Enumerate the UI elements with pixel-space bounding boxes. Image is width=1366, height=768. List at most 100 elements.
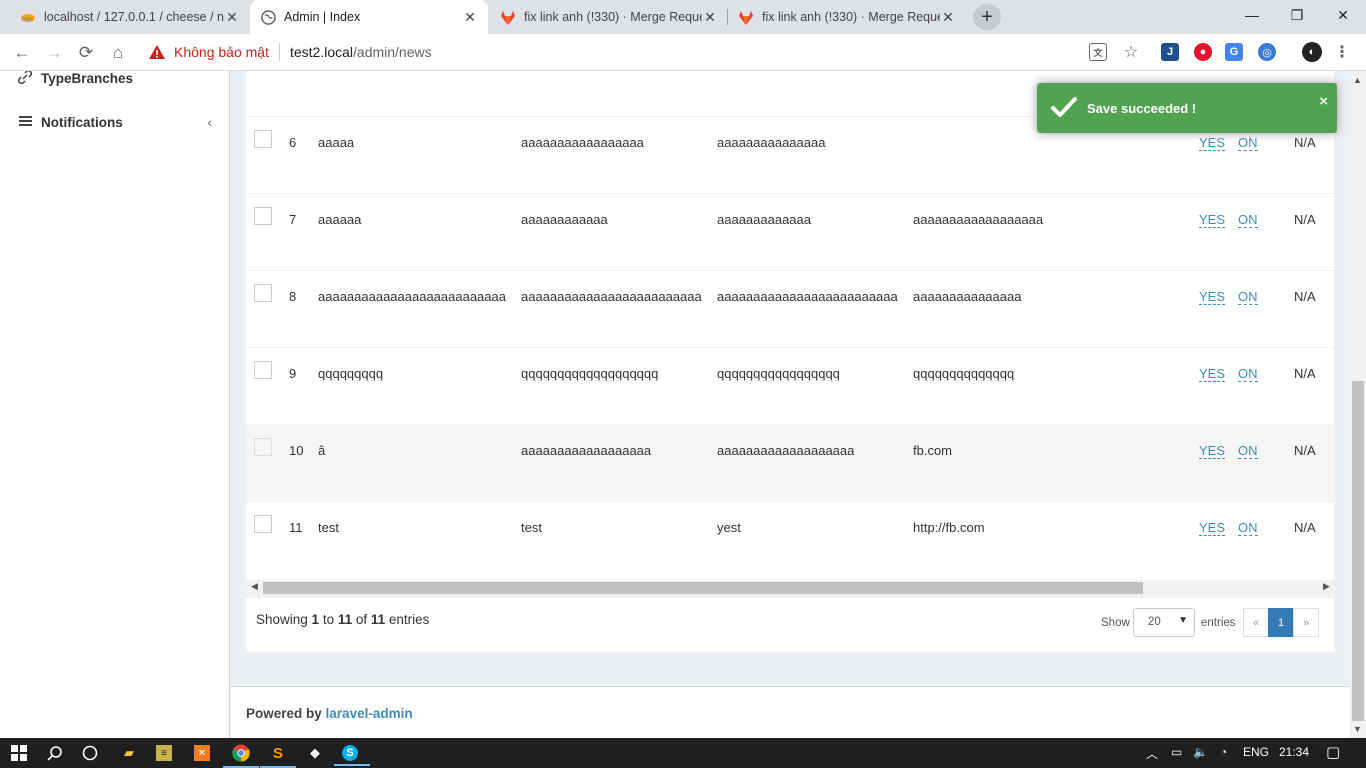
browser-tab-phpmyadmin[interactable]: PMA localhost / 127.0.0.1 / cheese / ne … bbox=[10, 0, 250, 34]
close-window-button[interactable]: ✕ bbox=[1320, 0, 1366, 30]
close-icon[interactable]: × bbox=[1319, 93, 1328, 110]
reload-button[interactable]: ⟳ bbox=[73, 40, 99, 66]
clock[interactable]: 21:34 bbox=[1279, 745, 1309, 759]
success-toast[interactable]: Save succeeded ! × bbox=[1037, 83, 1337, 133]
translate-icon[interactable]: 文 bbox=[1089, 43, 1107, 61]
volume-icon[interactable]: 🔈 bbox=[1193, 745, 1208, 759]
cell-col2: aaaaaaaaaaaa bbox=[521, 212, 608, 227]
cell-col3: aaaaaaaaaaaaaaa bbox=[717, 135, 826, 150]
browser-tab-admin[interactable]: Admin | Index ✕ bbox=[250, 0, 488, 34]
url-text[interactable]: test2.local/admin/news bbox=[290, 44, 432, 60]
tray-expand-icon[interactable]: ︿ bbox=[1146, 745, 1158, 762]
profile-avatar[interactable]: ◐ bbox=[1302, 42, 1322, 62]
sidebar-item-notifications[interactable]: Notifications ‹ bbox=[0, 107, 230, 137]
chrome-menu-icon[interactable]: ⋮ bbox=[1333, 43, 1351, 61]
editable-yes[interactable]: YES bbox=[1199, 212, 1226, 228]
scroll-down-arrow[interactable]: ▼ bbox=[1353, 724, 1362, 734]
row-checkbox[interactable] bbox=[254, 284, 272, 302]
page-1-button[interactable]: 1 bbox=[1268, 608, 1294, 637]
cell-na: N/A bbox=[1294, 520, 1316, 535]
editable-on[interactable]: ON bbox=[1238, 135, 1258, 151]
scrollbar-thumb[interactable] bbox=[263, 582, 1143, 594]
editable-yes[interactable]: YES bbox=[1199, 289, 1226, 305]
extension-j-icon[interactable]: J bbox=[1161, 43, 1179, 61]
chrome-icon[interactable] bbox=[223, 743, 259, 768]
sublime-text-icon[interactable]: S bbox=[260, 743, 296, 768]
sidebar-item-typebranches[interactable]: TypeBranches bbox=[0, 71, 230, 93]
row-checkbox[interactable] bbox=[254, 207, 272, 225]
caret-down-icon: ▼ bbox=[1178, 615, 1188, 626]
row-checkbox[interactable] bbox=[254, 361, 272, 379]
vertical-scrollbar[interactable]: ▲ ▼ bbox=[1350, 71, 1366, 738]
close-icon[interactable]: ✕ bbox=[940, 9, 956, 26]
windows-taskbar: ▰ ≡ ✕ S ◆ S ︿ ▭ 🔈 ◔ ENG 21:34 ▢ bbox=[0, 738, 1366, 768]
adblock-icon[interactable]: ● bbox=[1194, 43, 1212, 61]
home-button[interactable]: ⌂ bbox=[105, 40, 131, 66]
minimize-button[interactable]: — bbox=[1229, 0, 1275, 30]
editable-on[interactable]: ON bbox=[1238, 289, 1258, 305]
search-icon[interactable] bbox=[45, 743, 65, 763]
editable-yes[interactable]: YES bbox=[1199, 135, 1226, 151]
showing-entries-text: Showing 1 to 11 of 11 entries bbox=[256, 612, 429, 627]
showing-prefix: Showing bbox=[256, 612, 312, 627]
table-footer: Showing 1 to 11 of 11 entries Show 20 ▼ … bbox=[246, 597, 1334, 652]
cell-col3: aaaaaaaaaaaaaaaaaaaaaaaaa bbox=[717, 289, 898, 304]
windows-start-icon[interactable] bbox=[9, 743, 29, 763]
language-indicator[interactable]: ENG bbox=[1243, 745, 1269, 759]
editable-on[interactable]: ON bbox=[1238, 520, 1258, 536]
bookmark-star-icon[interactable]: ☆ bbox=[1122, 43, 1140, 61]
cell-col4: qqqqqqqqqqqqqq bbox=[913, 366, 1015, 381]
editable-yes[interactable]: YES bbox=[1199, 443, 1226, 459]
editable-yes[interactable]: YES bbox=[1199, 520, 1226, 536]
security-label[interactable]: Không bảo mật bbox=[174, 44, 269, 60]
close-icon[interactable]: ✕ bbox=[702, 9, 718, 26]
close-icon[interactable]: ✕ bbox=[224, 9, 240, 26]
cell-col1: aaaaaa bbox=[318, 212, 362, 227]
omnibox[interactable]: Không bảo mật test2.local/admin/news bbox=[140, 38, 432, 66]
extension-circle-icon[interactable]: ◎ bbox=[1258, 43, 1276, 61]
file-explorer-icon[interactable]: ▰ bbox=[119, 743, 139, 763]
restore-button[interactable]: ❐ bbox=[1274, 0, 1320, 30]
next-page-button[interactable]: » bbox=[1293, 608, 1319, 637]
cell-col2: aaaaaaaaaaaaaaaaaaaaaaaaa bbox=[521, 289, 702, 304]
editable-yes[interactable]: YES bbox=[1199, 366, 1226, 382]
google-translate-icon[interactable]: G bbox=[1225, 43, 1243, 61]
row-checkbox[interactable] bbox=[254, 130, 272, 148]
svg-text:PMA: PMA bbox=[22, 17, 33, 23]
warning-icon bbox=[149, 45, 165, 59]
scroll-right-arrow[interactable]: ▶ bbox=[1323, 581, 1330, 592]
editable-on[interactable]: ON bbox=[1238, 212, 1258, 228]
notifications-icon[interactable]: ▢ bbox=[1326, 743, 1340, 761]
table-row: 9 qqqqqqqqq qqqqqqqqqqqqqqqqqqq qqqqqqqq… bbox=[246, 347, 1334, 424]
browser-tab-gitlab-1[interactable]: fix link anh (!330) · Merge Reques ✕ bbox=[490, 0, 728, 34]
scrollbar-thumb[interactable] bbox=[1352, 381, 1364, 721]
skype-icon[interactable]: S bbox=[334, 745, 370, 766]
scroll-left-arrow[interactable]: ◀ bbox=[251, 581, 258, 592]
forward-button[interactable]: → bbox=[41, 40, 67, 66]
xampp-icon[interactable]: ✕ bbox=[194, 745, 210, 761]
scroll-up-arrow[interactable]: ▲ bbox=[1353, 75, 1362, 85]
horizontal-scrollbar[interactable]: ◀ ▶ bbox=[246, 580, 1334, 597]
laravel-admin-link[interactable]: laravel-admin bbox=[326, 706, 413, 721]
show-label: Show bbox=[1101, 617, 1130, 629]
editable-on[interactable]: ON bbox=[1238, 366, 1258, 382]
cell-col4: fb.com bbox=[913, 443, 953, 458]
battery-icon[interactable]: ▭ bbox=[1171, 745, 1182, 759]
row-checkbox[interactable] bbox=[254, 515, 272, 533]
back-button[interactable]: ← bbox=[9, 40, 35, 66]
row-checkbox[interactable] bbox=[254, 438, 272, 456]
cell-col3: yest bbox=[717, 520, 741, 535]
wifi-icon[interactable]: ◔ bbox=[1220, 745, 1227, 759]
browser-tab-gitlab-2[interactable]: fix link anh (!330) · Merge Reques ✕ bbox=[728, 0, 966, 34]
editable-on[interactable]: ON bbox=[1238, 443, 1258, 459]
tab-title: Admin | Index bbox=[284, 10, 361, 24]
notepad-icon[interactable]: ≡ bbox=[156, 745, 172, 761]
gitlab-icon bbox=[500, 9, 516, 25]
close-icon[interactable]: ✕ bbox=[462, 9, 478, 26]
prev-page-button[interactable]: « bbox=[1243, 608, 1269, 637]
task-view-icon[interactable] bbox=[80, 743, 100, 763]
per-page-select[interactable]: 20 ▼ bbox=[1133, 608, 1195, 637]
cell-col4: aaaaaaaaaaaaaaa bbox=[913, 289, 1022, 304]
new-tab-button[interactable]: + bbox=[973, 4, 1001, 30]
git-icon[interactable]: ◆ bbox=[305, 743, 325, 763]
